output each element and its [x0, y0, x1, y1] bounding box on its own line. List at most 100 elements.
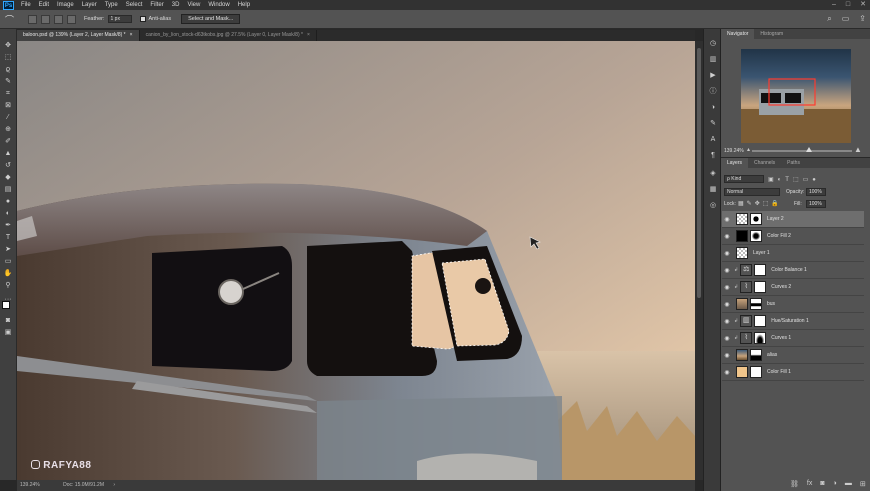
lock-icons[interactable]: ▦✎✥⬚🔒: [738, 200, 782, 207]
subtract-selection-button[interactable]: [54, 14, 64, 24]
blur-tool-icon[interactable]: ●: [3, 197, 13, 206]
share-icon[interactable]: ⇪: [859, 14, 866, 24]
layer-mask-thumbnail[interactable]: [750, 366, 762, 378]
menu-view[interactable]: View: [183, 0, 204, 10]
layer-mask-thumbnail[interactable]: [750, 298, 762, 310]
close-icon[interactable]: ×: [307, 32, 310, 38]
layer-row-color-fill-1[interactable]: ◉ Color Fill 1: [722, 364, 864, 381]
minimize-button[interactable]: –: [832, 0, 836, 10]
history-panel-icon[interactable]: ◷: [708, 39, 718, 48]
rectangle-tool-icon[interactable]: ▭: [3, 257, 13, 266]
folder-icon[interactable]: ▬: [845, 480, 852, 488]
gradient-tool-icon[interactable]: ▤: [3, 185, 13, 194]
history-brush-tool-icon[interactable]: ↺: [3, 161, 13, 170]
canvas-scroll-thumb[interactable]: [697, 48, 701, 298]
menu-help[interactable]: Help: [234, 0, 254, 10]
layer-name[interactable]: Hue/Saturation 1: [771, 318, 809, 324]
menu-image[interactable]: Image: [53, 0, 78, 10]
layer-mask-thumbnail[interactable]: [754, 332, 767, 344]
visibility-eye-icon[interactable]: ◉: [723, 335, 731, 342]
layer-row-color-balance-1[interactable]: ◉ ↲ ⚖ Color Balance 1: [722, 262, 864, 279]
document-canvas[interactable]: RAFYA88: [17, 41, 695, 480]
properties-panel-icon[interactable]: ▥: [708, 55, 718, 64]
antialias-checkbox[interactable]: [139, 16, 146, 22]
marquee-tool-icon[interactable]: ⬚: [3, 53, 13, 62]
layer-row-layer-1[interactable]: ◉ Layer 1: [722, 245, 864, 262]
clone-stamp-tool-icon[interactable]: ▲: [3, 149, 13, 158]
fx-icon[interactable]: fx: [807, 480, 812, 488]
visibility-eye-icon[interactable]: ◉: [723, 369, 731, 376]
menu-type[interactable]: Type: [101, 0, 122, 10]
opacity-input[interactable]: 100%: [806, 188, 826, 196]
visibility-eye-icon[interactable]: ◉: [723, 284, 731, 291]
color-panel-icon[interactable]: ◈: [708, 169, 718, 178]
menu-filter[interactable]: Filter: [146, 0, 167, 10]
menu-layer[interactable]: Layer: [78, 0, 101, 10]
frame-tool-icon[interactable]: ⊠: [3, 101, 13, 110]
dodge-tool-icon[interactable]: ◐: [3, 209, 13, 218]
character-panel-icon[interactable]: A: [708, 135, 718, 144]
maximize-button[interactable]: □: [846, 0, 850, 10]
quick-mask-icon[interactable]: ◙: [3, 316, 13, 325]
tab-navigator[interactable]: Navigator: [721, 29, 755, 39]
zoom-tool-icon[interactable]: ⚲: [3, 281, 13, 290]
layer-row-curves-2[interactable]: ◉ ↲ ⌇ Curves 2: [722, 279, 864, 296]
layer-mask-thumbnail[interactable]: [754, 264, 767, 276]
mask-icon[interactable]: ◙: [820, 480, 824, 488]
menu-3d[interactable]: 3D: [168, 0, 184, 10]
layer-name[interactable]: Layer 2: [767, 216, 784, 222]
navigator-slider-thumb[interactable]: [806, 147, 812, 152]
info-panel-icon[interactable]: ⓘ: [708, 87, 718, 96]
layer-name[interactable]: Color Fill 1: [767, 369, 791, 375]
close-button[interactable]: ✕: [860, 0, 866, 10]
layer-name[interactable]: Color Fill 2: [767, 233, 791, 239]
layer-mask-thumbnail[interactable]: [754, 315, 767, 327]
select-and-mask-button[interactable]: Select and Mask...: [181, 14, 241, 24]
zoom-out-icon[interactable]: ▴: [747, 146, 750, 153]
layer-row-curves-1[interactable]: ◉ ↲ ⌇ Curves 1: [722, 330, 864, 347]
search-icon[interactable]: ⌕: [827, 14, 831, 24]
pen-tool-icon[interactable]: ✒: [3, 221, 13, 230]
layer-row-bus[interactable]: ◉ bus: [722, 296, 864, 313]
layer-name[interactable]: bus: [767, 301, 775, 307]
menu-select[interactable]: Select: [122, 0, 147, 10]
adjustment-icon[interactable]: ◑: [833, 480, 837, 488]
navigator-zoom-slider[interactable]: [752, 150, 852, 152]
blend-mode-select[interactable]: Normal: [724, 188, 780, 196]
visibility-eye-icon[interactable]: ◉: [723, 216, 731, 223]
lasso-tool-preset-icon[interactable]: ⌒: [5, 13, 14, 26]
visibility-eye-icon[interactable]: ◉: [723, 352, 731, 359]
new-layer-icon[interactable]: ⊞: [860, 480, 866, 488]
visibility-eye-icon[interactable]: ◉: [723, 233, 731, 240]
visibility-eye-icon[interactable]: ◉: [723, 250, 731, 257]
close-icon[interactable]: ×: [130, 32, 133, 38]
tab-paths[interactable]: Paths: [781, 158, 806, 168]
brush-tool-icon[interactable]: ✐: [3, 137, 13, 146]
layer-name[interactable]: Curves 2: [771, 284, 791, 290]
menu-window[interactable]: Window: [204, 0, 233, 10]
intersect-selection-button[interactable]: [67, 14, 77, 24]
layer-name[interactable]: Color Balance 1: [771, 267, 807, 273]
fill-input[interactable]: 100%: [806, 200, 826, 208]
tab-channels[interactable]: Channels: [748, 158, 781, 168]
feather-input[interactable]: 1 px: [107, 15, 132, 23]
tab-layers[interactable]: Layers: [721, 158, 749, 168]
visibility-eye-icon[interactable]: ◉: [723, 301, 731, 308]
styles-panel-icon[interactable]: ◎: [708, 201, 718, 210]
path-selection-tool-icon[interactable]: ➤: [3, 245, 13, 254]
layer-mask-thumbnail[interactable]: [750, 213, 762, 225]
eyedropper-tool-icon[interactable]: ⁄: [3, 113, 13, 122]
lasso-tool-icon[interactable]: ϱ: [3, 65, 13, 74]
status-arrow-icon[interactable]: ›: [113, 482, 115, 488]
tab-canion[interactable]: canion_by_lion_stock-d63tkobs.jpg @ 27.5…: [140, 30, 317, 41]
visibility-eye-icon[interactable]: ◉: [723, 318, 731, 325]
zoom-in-icon[interactable]: ▲: [854, 145, 862, 154]
layer-mask-thumbnail[interactable]: [750, 230, 762, 242]
menu-file[interactable]: File: [17, 0, 35, 10]
zoom-readout[interactable]: 139.24%: [20, 482, 40, 488]
new-selection-button[interactable]: [28, 14, 38, 24]
brush-panel-icon[interactable]: ✎: [708, 119, 718, 128]
layer-filter-icons[interactable]: ▣◐T⬚▭●: [768, 176, 820, 183]
actions-panel-icon[interactable]: ▶: [708, 71, 718, 80]
workspace-icon[interactable]: ▭: [842, 14, 850, 24]
